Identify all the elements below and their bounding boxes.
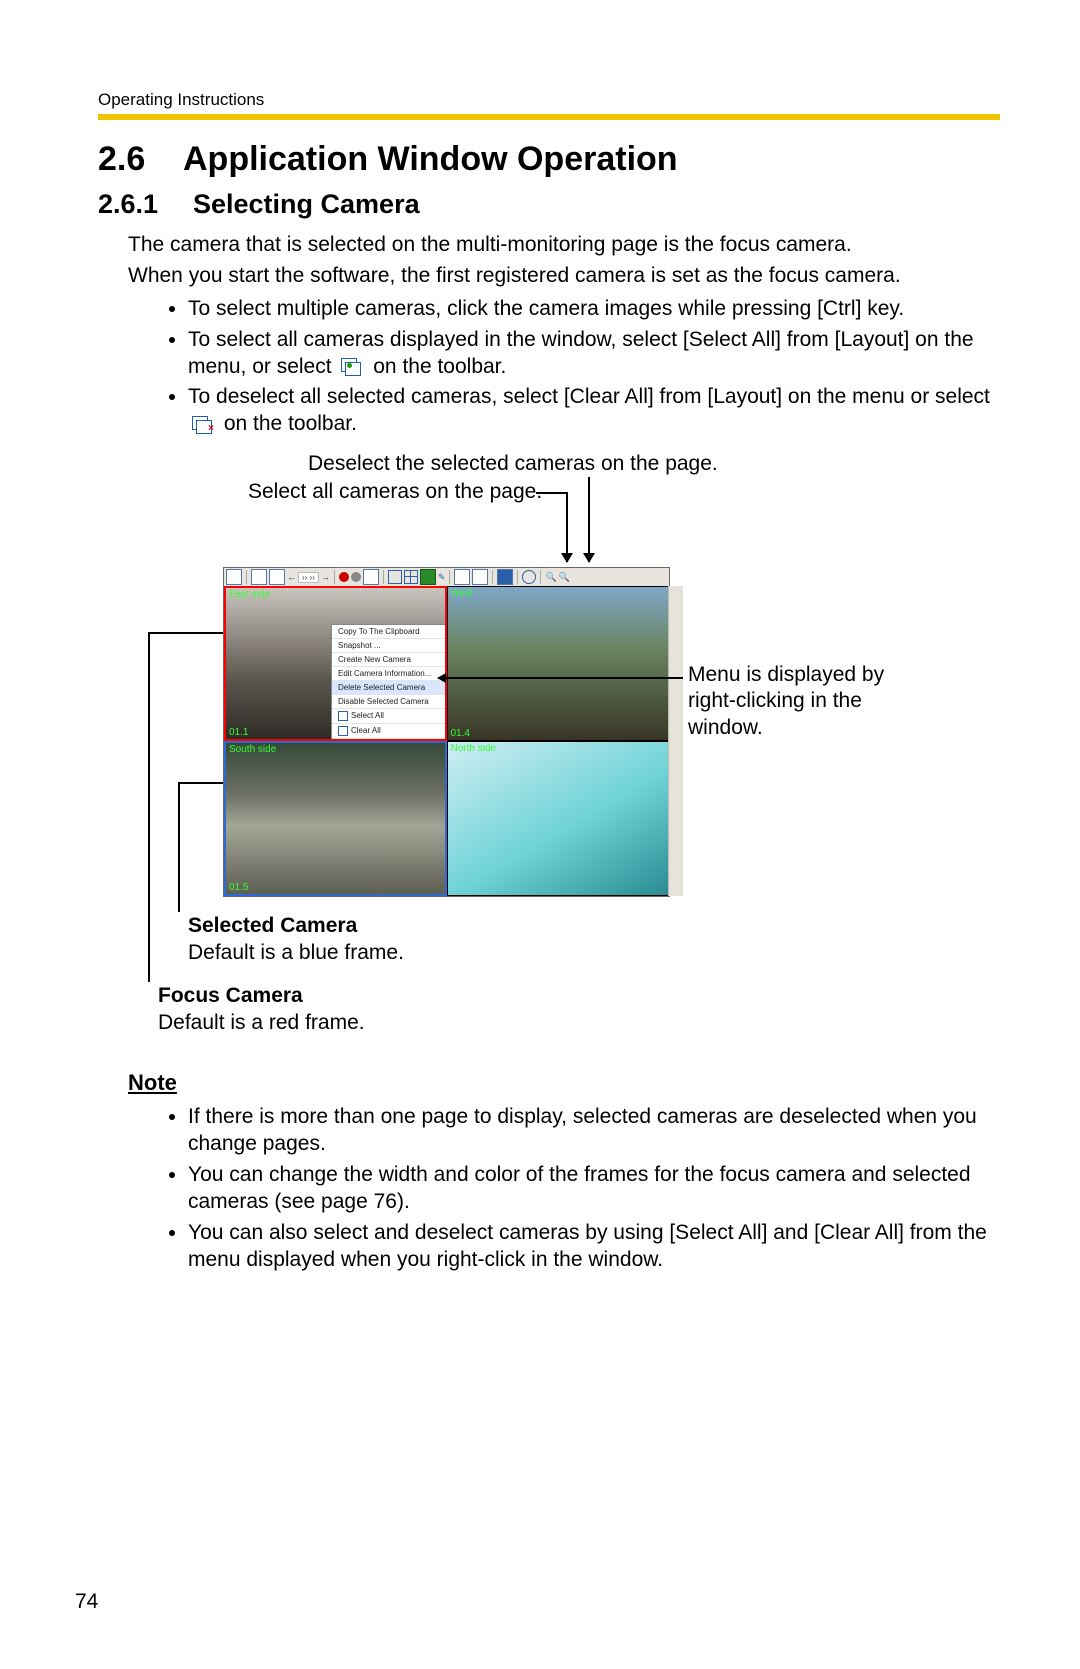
list-item: You can also select and deselect cameras… (188, 1220, 1000, 1274)
menu-item[interactable]: Create New Camera (332, 653, 447, 667)
bullet-list: To select multiple cameras, click the ca… (128, 296, 1000, 438)
section-number: 2.6 (98, 140, 183, 179)
intro-line: When you start the software, the first r… (128, 263, 1000, 290)
camera-tile[interactable]: East side 01.1 Copy To The Clipboard Sna… (224, 586, 447, 741)
annotation-right: Menu is displayed by right-clicking in t… (688, 662, 898, 741)
camera-tile[interactable]: West 01.4 (447, 586, 670, 741)
list-item: If there is more than one page to displa… (188, 1104, 1000, 1158)
app-toolbar: ← ›› ›› → ✎ 🔍 � (224, 568, 669, 586)
camera-tile[interactable]: North side (447, 741, 670, 896)
section-title: Application Window Operation (183, 140, 678, 178)
screenshot: ← ›› ›› → ✎ 🔍 � (223, 567, 670, 897)
callout-labels: Deselect the selected cameras on the pag… (128, 452, 1000, 522)
note-heading: Note (128, 1070, 1000, 1096)
note-list: If there is more than one page to displa… (128, 1104, 1000, 1273)
page-number: 74 (75, 1590, 98, 1614)
arrow-icon (438, 677, 683, 679)
callout-select-all: Select all cameras on the page. (248, 480, 542, 504)
list-item: To select all cameras displayed in the w… (188, 327, 1000, 381)
menu-item[interactable]: Edit Camera Information... (332, 667, 447, 681)
menu-item[interactable]: Disable Selected Camera (332, 695, 447, 709)
list-item: To select multiple cameras, click the ca… (188, 296, 1000, 323)
subsection-title: Selecting Camera (193, 189, 420, 219)
toolbar-icon[interactable] (226, 569, 242, 585)
callout-deselect: Deselect the selected cameras on the pag… (308, 452, 718, 476)
context-menu[interactable]: Copy To The Clipboard Snapshot ... Creat… (331, 624, 447, 741)
menu-item[interactable]: Clear All (332, 724, 447, 739)
menu-item[interactable]: Delete Selected Camera (332, 681, 447, 695)
menu-item[interactable]: Snapshot ... (332, 639, 447, 653)
toolbar-icon[interactable] (420, 569, 436, 585)
running-head: Operating Instructions (98, 90, 1000, 110)
camera-tile[interactable]: South side 01.5 (224, 741, 447, 896)
clear-all-icon: × (192, 416, 214, 434)
stop-icon[interactable] (351, 572, 361, 582)
menu-item[interactable]: Copy To The Clipboard (332, 625, 447, 639)
intro-line: The camera that is selected on the multi… (128, 232, 1000, 259)
figure: ← ›› ›› → ✎ 🔍 � (128, 522, 1000, 1052)
subsection-heading: 2.6.1Selecting Camera (98, 189, 1000, 220)
select-all-icon (341, 358, 363, 376)
toolbar-icon[interactable] (497, 569, 513, 585)
toolbar-icon[interactable] (269, 569, 285, 585)
select-all-toolbar-icon[interactable] (454, 569, 470, 585)
list-item: To deselect all selected cameras, select… (188, 384, 1000, 438)
list-item: You can change the width and color of th… (188, 1162, 1000, 1216)
toolbar-icon[interactable] (251, 569, 267, 585)
scrollbar[interactable] (668, 586, 683, 896)
divider (98, 114, 1000, 120)
layout-icon[interactable] (388, 570, 402, 584)
annotation-selected: Selected Camera Default is a blue frame. (188, 912, 404, 967)
annotation-focus: Focus Camera Default is a red frame. (158, 982, 365, 1037)
subsection-number: 2.6.1 (98, 189, 193, 220)
menu-item[interactable]: Select All (332, 709, 447, 724)
section-heading: 2.6Application Window Operation (98, 140, 1000, 179)
clear-all-toolbar-icon[interactable] (472, 569, 488, 585)
layout-grid-icon[interactable] (404, 570, 418, 584)
record-icon[interactable] (339, 572, 349, 582)
globe-icon[interactable] (522, 570, 536, 584)
toolbar-icon[interactable] (363, 569, 379, 585)
